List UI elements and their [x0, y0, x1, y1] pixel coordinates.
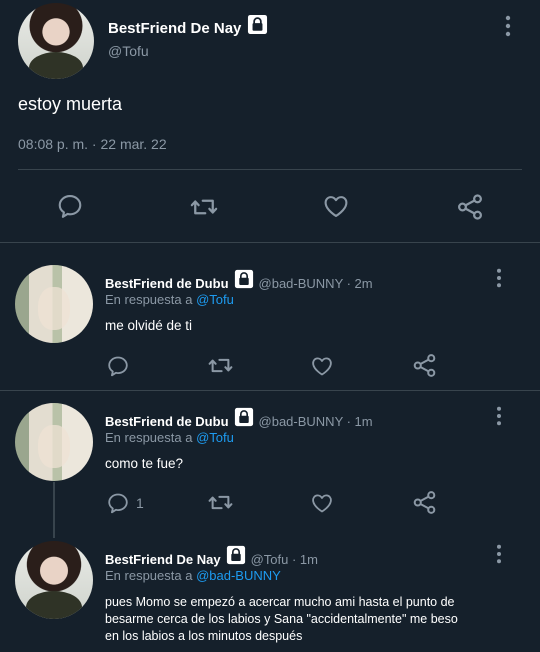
tweet-text: pues Momo se empezó a acercar mucho ami …: [105, 594, 458, 645]
like-icon[interactable]: [310, 354, 334, 378]
lock-icon: [247, 14, 268, 35]
avatar[interactable]: [15, 403, 93, 481]
tweet-text-line: pues Momo se empezó a acercar mucho ami …: [105, 595, 455, 609]
reply-context: En respuesta a @Tofu: [105, 430, 234, 445]
more-icon[interactable]: [496, 544, 502, 564]
display-name[interactable]: BestFriend de Dubu: [105, 414, 229, 429]
share-icon[interactable]: [411, 489, 438, 516]
like-icon[interactable]: [310, 491, 334, 515]
more-icon[interactable]: [496, 406, 502, 426]
reply-icon[interactable]: 1: [106, 491, 144, 515]
reply-icon[interactable]: [106, 354, 130, 378]
reply-header: BestFriend De Nay @Tofu · 1m: [105, 548, 318, 570]
lock-icon: [226, 545, 246, 565]
user-handle[interactable]: @bad-BUNNY · 2m: [259, 276, 373, 291]
reply-prefix: En respuesta a: [105, 568, 193, 583]
reply-prefix: En respuesta a: [105, 430, 193, 445]
divider: [0, 390, 540, 391]
like-icon[interactable]: [322, 192, 350, 220]
share-icon[interactable]: [411, 352, 438, 379]
avatar[interactable]: [18, 3, 94, 79]
main-tweet-header: BestFriend De Nay: [108, 16, 268, 40]
reply-to-link[interactable]: @Tofu: [196, 430, 234, 445]
avatar[interactable]: [15, 541, 93, 619]
reply-header: BestFriend de Dubu @bad-BUNNY · 2m: [105, 272, 373, 294]
reply-prefix: En respuesta a: [105, 292, 193, 307]
retweet-icon[interactable]: [189, 192, 219, 222]
reply-context: En respuesta a @Tofu: [105, 292, 234, 307]
lock-icon: [234, 269, 254, 289]
lock-icon: [234, 407, 254, 427]
tweet-text-line: besarme cerca de los labios y Sana "acci…: [105, 612, 458, 626]
user-handle[interactable]: @Tofu: [108, 43, 149, 59]
more-icon[interactable]: [496, 268, 502, 288]
reply-header: BestFriend de Dubu @bad-BUNNY · 1m: [105, 410, 373, 432]
tweet-text: estoy muerta: [18, 94, 123, 114]
avatar[interactable]: [15, 265, 93, 343]
reply-count: 1: [136, 495, 144, 511]
display-name[interactable]: BestFriend De Nay: [108, 20, 241, 37]
tweet-text: como te fue?: [105, 456, 184, 471]
reply-icon[interactable]: [56, 192, 84, 220]
display-name[interactable]: BestFriend de Dubu: [105, 276, 229, 291]
retweet-icon[interactable]: [207, 352, 234, 379]
share-icon[interactable]: [455, 192, 485, 222]
user-handle[interactable]: @Tofu · 1m: [251, 552, 318, 567]
tweet-text-line: en los labios a los minutos después: [105, 629, 303, 643]
reply-to-link[interactable]: @bad-BUNNY: [196, 568, 281, 583]
display-name[interactable]: BestFriend De Nay: [105, 552, 221, 567]
tweet-timestamp[interactable]: 08:08 p. m. · 22 mar. 22: [18, 136, 167, 152]
thread-line: [53, 482, 55, 538]
reply-context: En respuesta a @bad-BUNNY: [105, 568, 281, 583]
tweet-text: me olvidé de ti: [105, 318, 193, 333]
reply-to-link[interactable]: @Tofu: [196, 292, 234, 307]
more-icon[interactable]: [505, 15, 511, 37]
divider: [18, 169, 522, 170]
retweet-icon[interactable]: [207, 489, 234, 516]
divider: [0, 242, 540, 243]
user-handle[interactable]: @bad-BUNNY · 1m: [259, 414, 373, 429]
